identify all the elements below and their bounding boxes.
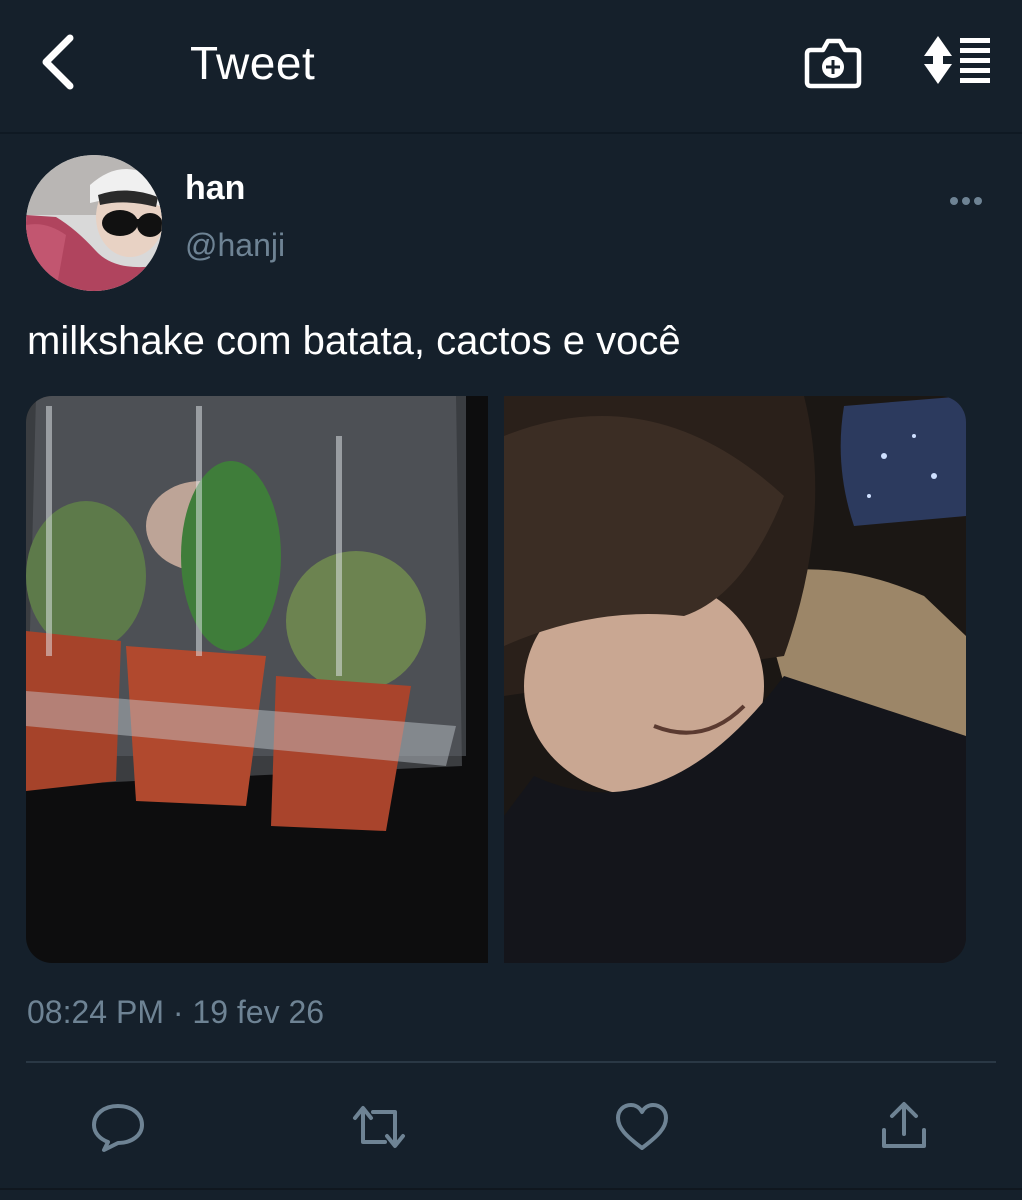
user-handle[interactable]: @hanji (185, 225, 285, 265)
page-title: Tweet (190, 37, 316, 89)
chevron-left-icon (42, 34, 74, 90)
camera-button[interactable] (803, 34, 863, 92)
tweet-timestamp: 08:24 PM · 19 fev 26 (27, 994, 325, 1030)
like-button[interactable] (614, 1100, 670, 1154)
selfie-photo (504, 396, 966, 963)
back-button[interactable] (36, 34, 80, 90)
bottom-divider (0, 1188, 1022, 1190)
display-name[interactable]: han (185, 168, 245, 208)
media-photo-cactus[interactable] (26, 396, 488, 963)
divider (26, 1061, 996, 1063)
tweet-media (26, 396, 966, 963)
more-options-button[interactable] (946, 186, 986, 216)
share-icon (882, 1102, 926, 1148)
profile-photo (26, 155, 162, 291)
tweet-text: milkshake com batata, cactos e você (27, 319, 681, 363)
share-button[interactable] (876, 1100, 932, 1154)
reply-icon (92, 1104, 144, 1152)
sort-button[interactable] (924, 34, 994, 86)
media-photo-selfie[interactable] (504, 396, 966, 963)
cactus-photo (26, 396, 488, 963)
heart-icon (616, 1103, 668, 1150)
retweet-icon (353, 1106, 405, 1148)
ellipsis-icon (950, 197, 982, 205)
top-navigation-bar: Tweet (0, 0, 1022, 134)
reply-button[interactable] (90, 1100, 146, 1154)
avatar[interactable] (26, 155, 162, 291)
sort-toggle-icon (924, 36, 990, 84)
retweet-button[interactable] (351, 1100, 407, 1154)
add-photo-icon (804, 38, 862, 89)
